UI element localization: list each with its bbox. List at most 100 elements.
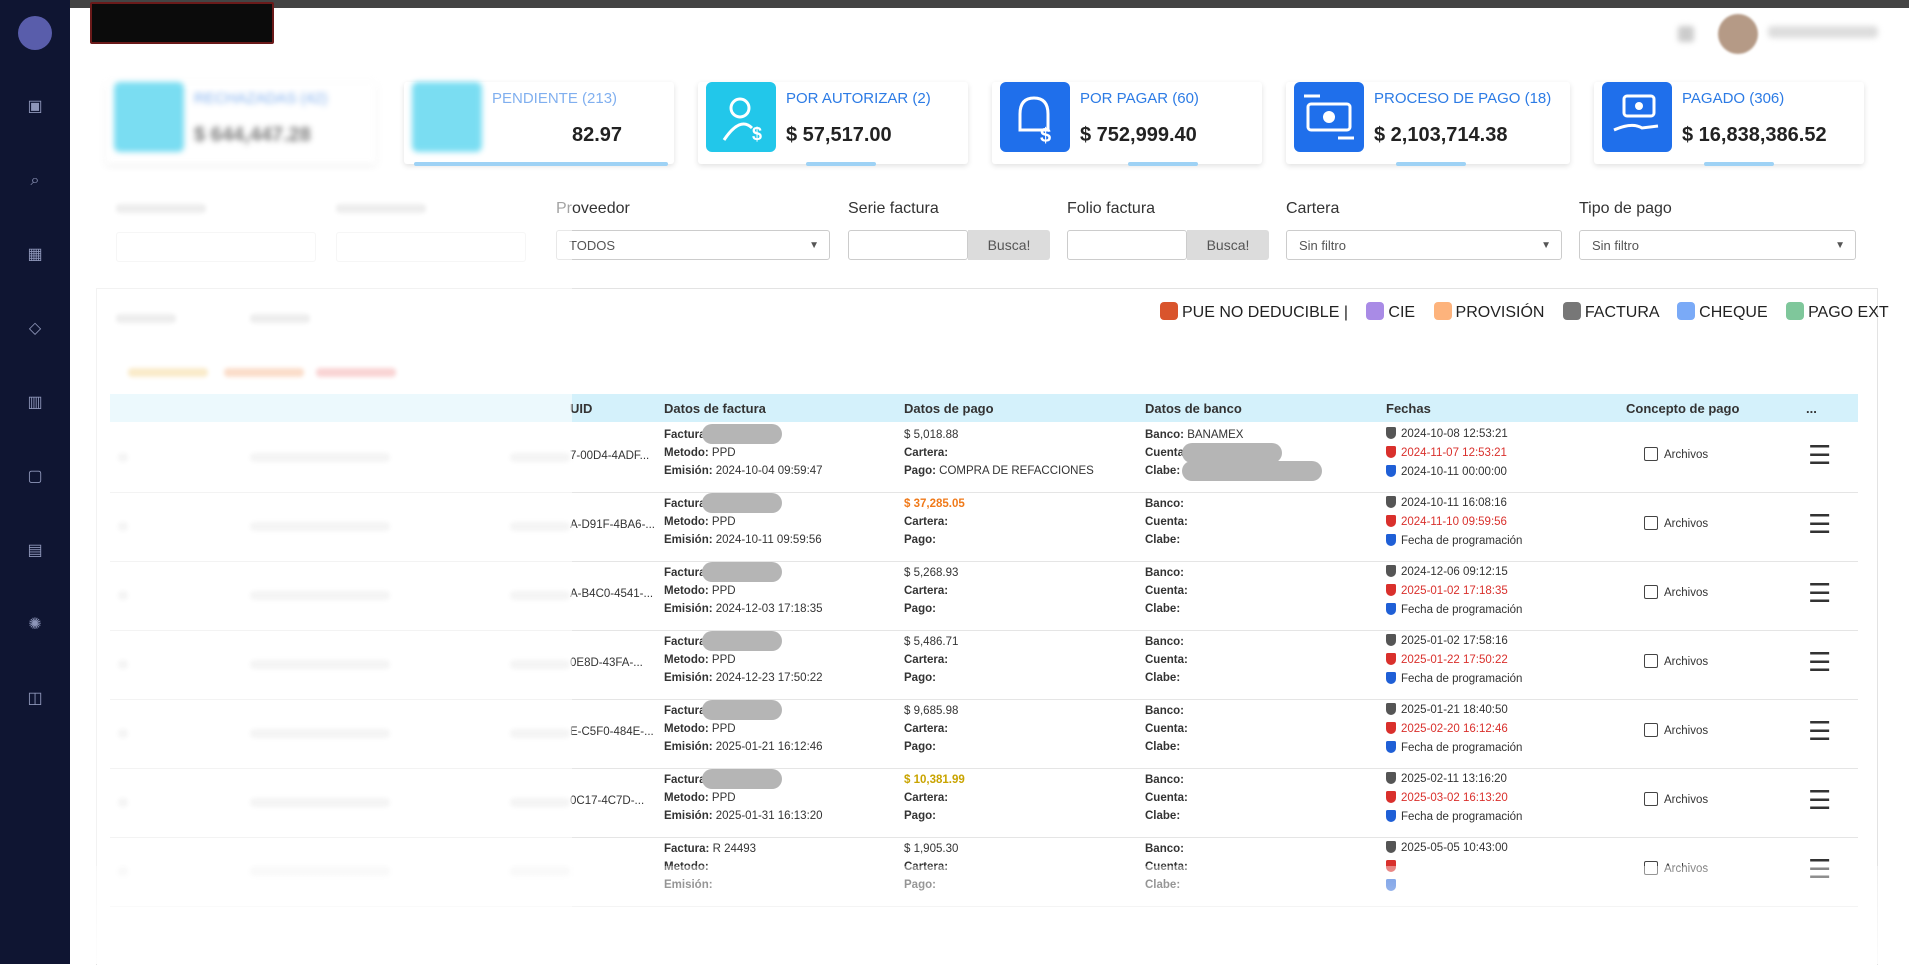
avatar[interactable] bbox=[1718, 14, 1758, 54]
tipo-pago-select[interactable]: Sin filtro ▼ bbox=[1579, 230, 1856, 260]
card-proceso-de-pago[interactable]: PROCESO DE PAGO (18) $ 2,103,714.38 bbox=[1286, 82, 1570, 166]
card-amount: $ 57,517.00 bbox=[786, 124, 892, 146]
redacted-clabe bbox=[1182, 461, 1322, 481]
card-title: POR AUTORIZAR (2) bbox=[786, 90, 931, 107]
card-amount: $ 16,838,386.52 bbox=[1682, 124, 1827, 146]
factura-value: R 24493 bbox=[712, 843, 757, 855]
uuid-value: 0E8D-43FA-... bbox=[570, 657, 643, 669]
emision-label: Emisión: bbox=[664, 465, 713, 477]
metodo-value: PPD bbox=[711, 792, 736, 804]
emision-label: Emisión: bbox=[664, 810, 713, 822]
archivos-link[interactable]: Archivos bbox=[1644, 723, 1708, 737]
card-por-pagar[interactable]: $ POR PAGAR (60) $ 752,999.40 bbox=[992, 82, 1262, 166]
card-title: RECHAZADAS (42) bbox=[194, 90, 328, 107]
metodo-label: Metodo: bbox=[664, 447, 709, 459]
row-menu-icon[interactable]: ☰ bbox=[1808, 649, 1831, 675]
briefcase-icon[interactable]: ▣ bbox=[24, 96, 46, 118]
metodo-value: PPD bbox=[711, 654, 736, 666]
col-fechas[interactable]: Fechas bbox=[1386, 401, 1431, 416]
col-uuid[interactable]: UID bbox=[570, 401, 592, 416]
chevron-down-icon: ▼ bbox=[809, 240, 819, 251]
card-progress bbox=[1704, 162, 1774, 166]
hand-cash-icon bbox=[1602, 82, 1672, 152]
shield-icon bbox=[1386, 791, 1396, 803]
amount-value: $ 10,381.99 bbox=[904, 774, 965, 786]
metodo-label: Metodo: bbox=[664, 585, 709, 597]
shield-icon bbox=[1386, 634, 1396, 646]
amount-value: $ 5,018.88 bbox=[904, 429, 959, 441]
amount-value: $ 1,905.30 bbox=[904, 843, 959, 855]
redacted-factura bbox=[702, 700, 782, 720]
card-por-autorizar[interactable]: $ POR AUTORIZAR (2) $ 57,517.00 bbox=[698, 82, 968, 166]
search-icon[interactable]: ⌕ bbox=[24, 170, 46, 192]
proveedor-select[interactable]: TODOS ▼ bbox=[556, 230, 830, 260]
chevron-down-icon: ▼ bbox=[1835, 240, 1845, 251]
pago-label: Pago: bbox=[904, 534, 936, 546]
fecha-vencimiento: 2025-03-02 16:13:20 bbox=[1401, 792, 1508, 804]
serie-input[interactable] bbox=[848, 230, 968, 260]
col-concepto[interactable]: Concepto de pago bbox=[1626, 401, 1739, 416]
cartera-select[interactable]: Sin filtro ▼ bbox=[1286, 230, 1562, 260]
legend-swatch bbox=[1677, 302, 1696, 320]
row-menu-icon[interactable]: ☰ bbox=[1808, 787, 1831, 813]
archivos-link[interactable]: Archivos bbox=[1644, 447, 1708, 461]
redacted-factura bbox=[702, 562, 782, 582]
emision-value: 2024-10-04 09:59:47 bbox=[715, 465, 823, 477]
row-menu-icon[interactable]: ☰ bbox=[1808, 580, 1831, 606]
card-pendiente[interactable]: PENDIENTE (213) 82.97 bbox=[404, 82, 674, 166]
pago-label: Pago: bbox=[904, 672, 936, 684]
archivos-link[interactable]: Archivos bbox=[1644, 654, 1708, 668]
archivos-label: Archivos bbox=[1664, 656, 1709, 668]
col-pago[interactable]: Datos de pago bbox=[904, 401, 994, 416]
archivos-link[interactable]: Archivos bbox=[1644, 585, 1708, 599]
card-progress bbox=[1128, 162, 1198, 166]
legend-item: CHEQUE bbox=[1677, 302, 1768, 321]
shield-icon bbox=[1386, 841, 1396, 853]
settings-icon[interactable]: ✺ bbox=[24, 614, 46, 636]
shield-icon bbox=[1386, 565, 1396, 577]
tag-icon[interactable]: ◇ bbox=[24, 318, 46, 340]
cartera-value: Sin filtro bbox=[1299, 238, 1346, 253]
archivos-link[interactable]: Archivos bbox=[1644, 516, 1708, 530]
card-amount: $ 2,103,714.38 bbox=[1374, 124, 1508, 146]
emision-value: 2025-01-31 16:13:20 bbox=[715, 810, 823, 822]
amount-value: $ 9,685.98 bbox=[904, 705, 959, 717]
blurred-overlay bbox=[96, 190, 572, 964]
legend-label: CHEQUE bbox=[1699, 304, 1768, 321]
card-rechazadas[interactable]: RECHAZADAS (42) $ 644,447.28 bbox=[106, 82, 376, 164]
notification-icon[interactable] bbox=[1678, 26, 1694, 42]
row-menu-icon[interactable]: ☰ bbox=[1808, 511, 1831, 537]
cuenta-label: Cuenta: bbox=[1145, 792, 1188, 804]
shield-icon bbox=[1386, 427, 1396, 439]
shield-icon bbox=[1386, 653, 1396, 665]
fecha-programacion: Fecha de programación bbox=[1401, 811, 1523, 823]
row-menu-icon[interactable]: ☰ bbox=[1808, 718, 1831, 744]
calendar-icon[interactable]: ▢ bbox=[24, 466, 46, 488]
user-menu[interactable] bbox=[1768, 26, 1878, 38]
cash-transfer-icon bbox=[1294, 82, 1364, 152]
folder-icon bbox=[1644, 654, 1658, 668]
serie-search-button[interactable]: Busca! bbox=[968, 230, 1050, 260]
col-banco[interactable]: Datos de banco bbox=[1145, 401, 1242, 416]
archivos-label: Archivos bbox=[1664, 518, 1709, 530]
redacted-factura bbox=[702, 631, 782, 651]
clabe-label: Clabe: bbox=[1145, 810, 1181, 822]
factura-label: Factura: bbox=[664, 843, 710, 855]
amount-value: $ 5,486.71 bbox=[904, 636, 959, 648]
report-icon[interactable]: ◫ bbox=[24, 688, 46, 710]
fecha-registro: 2025-02-11 13:16:20 bbox=[1401, 773, 1507, 785]
folio-input[interactable] bbox=[1067, 230, 1187, 260]
card-progress bbox=[1396, 162, 1466, 166]
card-pagado[interactable]: PAGADO (306) $ 16,838,386.52 bbox=[1594, 82, 1864, 166]
grid-icon[interactable]: ▦ bbox=[24, 244, 46, 266]
archivos-link[interactable]: Archivos bbox=[1644, 792, 1708, 806]
clabe-label: Clabe: bbox=[1145, 741, 1181, 753]
document-icon[interactable]: ▤ bbox=[24, 540, 46, 562]
banco-label: Banco: bbox=[1145, 705, 1184, 717]
col-factura[interactable]: Datos de factura bbox=[664, 401, 766, 416]
row-menu-icon[interactable]: ☰ bbox=[1808, 442, 1831, 468]
chart-icon[interactable]: ▥ bbox=[24, 392, 46, 414]
folio-search-button[interactable]: Busca! bbox=[1187, 230, 1269, 260]
fecha-vencimiento: 2024-11-10 09:59:56 bbox=[1401, 516, 1507, 528]
fecha-registro: 2025-01-21 18:40:50 bbox=[1401, 704, 1508, 716]
